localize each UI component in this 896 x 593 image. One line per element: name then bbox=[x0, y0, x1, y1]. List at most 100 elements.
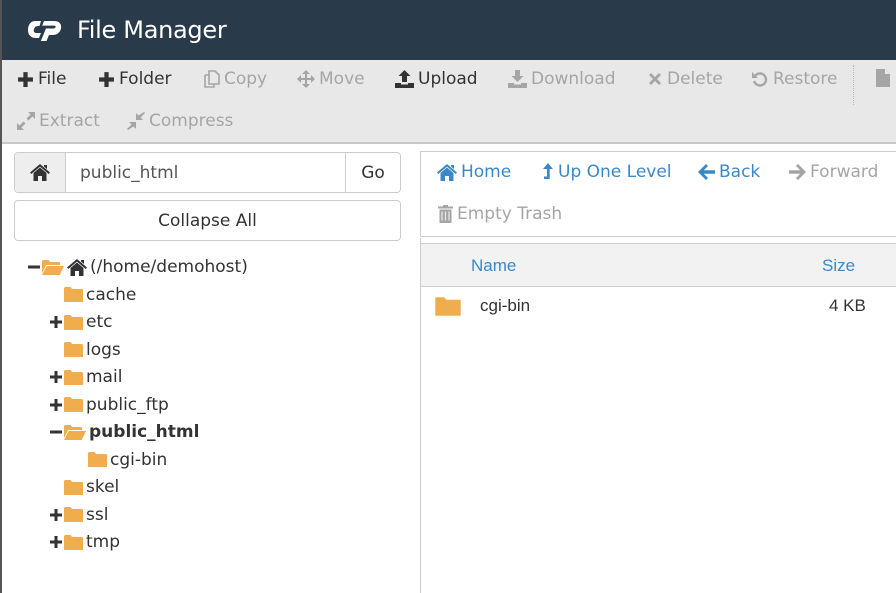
folder-icon bbox=[64, 507, 83, 522]
download-label: Download bbox=[531, 69, 616, 89]
file-list-table: Name Size cgi-bin 4 KB bbox=[421, 243, 896, 325]
file-size: 4 KB bbox=[829, 296, 866, 315]
home-icon bbox=[437, 163, 457, 181]
file-name: cgi-bin bbox=[480, 296, 531, 315]
restore-label: Restore bbox=[773, 69, 838, 89]
cpanel-logo-icon[interactable] bbox=[27, 17, 67, 43]
home-nav-button[interactable]: Home bbox=[437, 162, 511, 182]
collapse-minus-icon[interactable] bbox=[27, 261, 41, 273]
arrow-left-icon bbox=[698, 164, 715, 180]
file-icon bbox=[876, 69, 890, 87]
app-title: File Manager bbox=[77, 16, 227, 44]
empty-trash-button[interactable]: Empty Trash bbox=[438, 204, 562, 224]
upload-icon bbox=[395, 70, 414, 88]
tree-item[interactable]: ssl bbox=[49, 501, 108, 529]
back-label: Back bbox=[719, 162, 761, 182]
empty-trash-label: Empty Trash bbox=[457, 204, 563, 224]
forward-button[interactable]: Forward bbox=[789, 162, 878, 182]
back-button[interactable]: Back bbox=[698, 162, 760, 182]
new-folder-label: Folder bbox=[119, 69, 172, 89]
folder-icon bbox=[64, 314, 83, 330]
upload-label: Upload bbox=[418, 69, 478, 89]
move-label: Move bbox=[319, 69, 365, 89]
home-icon bbox=[67, 258, 87, 276]
path-bar: Go bbox=[14, 152, 401, 193]
copy-button[interactable]: Copy bbox=[204, 69, 267, 89]
forward-label: Forward bbox=[810, 162, 879, 182]
tree-item[interactable]: cache bbox=[49, 281, 136, 309]
expand-plus-icon[interactable] bbox=[49, 371, 63, 383]
expand-icon bbox=[17, 112, 35, 130]
tree-item[interactable]: (/home/demohost) bbox=[27, 253, 248, 281]
tree-item[interactable]: cgi-bin bbox=[73, 446, 167, 474]
new-file-label: File bbox=[38, 69, 67, 89]
copy-label: Copy bbox=[224, 69, 268, 89]
plus-icon bbox=[99, 71, 114, 87]
app-header: File Manager bbox=[0, 0, 896, 60]
move-button[interactable]: Move bbox=[297, 69, 365, 89]
new-file-button[interactable]: File bbox=[17, 69, 66, 89]
tree-item[interactable]: skel bbox=[49, 473, 119, 501]
folder-icon bbox=[64, 397, 83, 412]
tree-item-label: skel bbox=[86, 477, 120, 497]
tree-item[interactable]: public_html bbox=[49, 418, 199, 446]
tree-item-label: cache bbox=[86, 284, 137, 305]
level-up-icon bbox=[543, 163, 553, 179]
home-nav-label: Home bbox=[461, 162, 512, 182]
tree-item-label: mail bbox=[86, 367, 123, 387]
folder-icon bbox=[64, 342, 83, 357]
x-icon bbox=[649, 73, 661, 85]
tree-item-label: ssl bbox=[86, 504, 109, 525]
tree-item[interactable]: logs bbox=[49, 336, 121, 364]
home-icon bbox=[30, 164, 50, 181]
folder-icon bbox=[64, 479, 83, 495]
folder-open-icon bbox=[42, 259, 64, 275]
extract-label: Extract bbox=[39, 111, 100, 131]
tree-item-label: etc bbox=[86, 312, 113, 332]
page-left-border bbox=[0, 0, 2, 593]
expand-plus-icon[interactable] bbox=[49, 398, 63, 411]
tree-item[interactable]: public_ftp bbox=[49, 391, 169, 419]
extract-button[interactable]: Extract bbox=[17, 111, 100, 131]
new-folder-button[interactable]: Folder bbox=[98, 69, 172, 89]
compress-icon bbox=[127, 112, 145, 130]
tree-item[interactable]: mail bbox=[49, 363, 122, 391]
path-input[interactable] bbox=[66, 153, 345, 192]
expand-plus-icon[interactable] bbox=[49, 508, 63, 521]
column-header-size[interactable]: Size bbox=[822, 256, 855, 276]
folder-icon bbox=[435, 297, 461, 321]
folder-icon bbox=[64, 369, 83, 385]
compress-label: Compress bbox=[149, 111, 234, 131]
column-header-name[interactable]: Name bbox=[471, 256, 516, 276]
compress-button[interactable]: Compress bbox=[127, 111, 233, 131]
path-home-button[interactable] bbox=[15, 153, 66, 192]
expand-plus-icon[interactable] bbox=[49, 536, 63, 548]
plus-icon bbox=[18, 71, 33, 87]
collapse-minus-icon[interactable] bbox=[49, 426, 63, 438]
tree-item-label: public_html bbox=[89, 422, 200, 442]
navigation-bar: Home Up One Level Back Forward Empty Tra… bbox=[420, 151, 896, 237]
toolbar-separator bbox=[853, 65, 854, 105]
tree-item[interactable]: etc bbox=[49, 308, 112, 336]
tree-item-label: (/home/demohost) bbox=[90, 257, 248, 277]
collapse-all-button[interactable]: Collapse All bbox=[14, 200, 401, 241]
folder-open-icon bbox=[64, 424, 86, 440]
restore-button[interactable]: Restore bbox=[751, 69, 838, 89]
expand-plus-icon[interactable] bbox=[49, 316, 63, 328]
undo-icon bbox=[752, 72, 768, 87]
download-button[interactable]: Download bbox=[508, 69, 616, 89]
download-icon bbox=[508, 70, 527, 88]
folder-icon bbox=[64, 287, 83, 302]
delete-button[interactable]: Delete bbox=[647, 69, 723, 89]
upload-button[interactable]: Upload bbox=[395, 69, 478, 89]
trash-icon bbox=[438, 205, 453, 223]
more-file-button[interactable] bbox=[876, 69, 894, 87]
folder-icon bbox=[88, 452, 107, 467]
up-one-level-label: Up One Level bbox=[558, 162, 672, 182]
tree-item[interactable]: tmp bbox=[49, 528, 120, 556]
table-row[interactable]: cgi-bin 4 KB bbox=[421, 287, 896, 325]
delete-label: Delete bbox=[667, 69, 723, 89]
go-button[interactable]: Go bbox=[345, 153, 400, 192]
folder-icon bbox=[64, 534, 83, 550]
up-one-level-button[interactable]: Up One Level bbox=[542, 162, 672, 182]
